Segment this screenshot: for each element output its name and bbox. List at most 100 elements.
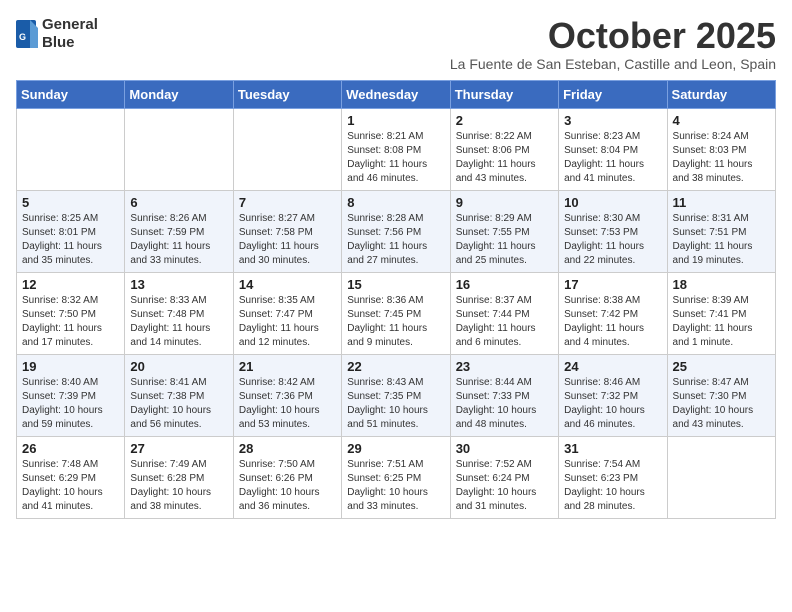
calendar-cell: 6 Sunrise: 8:26 AM Sunset: 7:59 PM Daylig…	[125, 190, 233, 272]
day-info: Sunrise: 8:47 AM Sunset: 7:30 PM Dayligh…	[673, 376, 770, 432]
calendar-cell: 21 Sunrise: 8:42 AM Sunset: 7:36 PM Dayli…	[233, 354, 341, 436]
calendar-week-2: 5 Sunrise: 8:25 AM Sunset: 8:01 PM Daylig…	[17, 190, 776, 272]
calendar-cell: 10Sunrise: 8:30 AM Sunset: 7:53 PM Dayli…	[559, 190, 667, 272]
day-info: Sunrise: 8:41 AM Sunset: 7:38 PM Dayligh…	[130, 376, 227, 432]
day-info: Sunrise: 8:30 AM Sunset: 7:53 PM Dayligh…	[564, 212, 661, 268]
title-block: October 2025 La Fuente de San Esteban, C…	[450, 16, 776, 72]
calendar-cell: 28 Sunrise: 7:50 AM Sunset: 6:26 PM Dayli…	[233, 436, 341, 518]
day-number: 3	[564, 113, 661, 128]
calendar-cell: 24 Sunrise: 8:46 AM Sunset: 7:32 PM Dayli…	[559, 354, 667, 436]
day-header-wednesday: Wednesday	[342, 80, 450, 108]
day-info: Sunrise: 8:35 AM Sunset: 7:47 PM Dayligh…	[239, 294, 336, 350]
day-number: 15	[347, 277, 444, 292]
day-header-saturday: Saturday	[667, 80, 775, 108]
day-number: 1	[347, 113, 444, 128]
day-number: 21	[239, 359, 336, 374]
calendar-week-1: 1 Sunrise: 8:21 AM Sunset: 8:08 PM Daylig…	[17, 108, 776, 190]
day-header-monday: Monday	[125, 80, 233, 108]
day-info: Sunrise: 8:44 AM Sunset: 7:33 PM Dayligh…	[456, 376, 553, 432]
calendar-week-4: 19Sunrise: 8:40 AM Sunset: 7:39 PM Dayli…	[17, 354, 776, 436]
logo-icon: G	[16, 20, 38, 48]
calendar-cell	[125, 108, 233, 190]
day-number: 25	[673, 359, 770, 374]
day-number: 14	[239, 277, 336, 292]
day-info: Sunrise: 8:46 AM Sunset: 7:32 PM Dayligh…	[564, 376, 661, 432]
day-info: Sunrise: 8:31 AM Sunset: 7:51 PM Dayligh…	[673, 212, 770, 268]
day-number: 12	[22, 277, 119, 292]
calendar-cell: 14 Sunrise: 8:35 AM Sunset: 7:47 PM Dayli…	[233, 272, 341, 354]
calendar-cell: 4 Sunrise: 8:24 AM Sunset: 8:03 PM Daylig…	[667, 108, 775, 190]
days-header-row: SundayMondayTuesdayWednesdayThursdayFrid…	[17, 80, 776, 108]
day-info: Sunrise: 8:29 AM Sunset: 7:55 PM Dayligh…	[456, 212, 553, 268]
day-number: 8	[347, 195, 444, 210]
calendar-cell: 19Sunrise: 8:40 AM Sunset: 7:39 PM Dayli…	[17, 354, 125, 436]
day-number: 27	[130, 441, 227, 456]
calendar-table: SundayMondayTuesdayWednesdayThursdayFrid…	[16, 80, 776, 519]
day-info: Sunrise: 8:25 AM Sunset: 8:01 PM Dayligh…	[22, 212, 119, 268]
calendar-cell: 5 Sunrise: 8:25 AM Sunset: 8:01 PM Daylig…	[17, 190, 125, 272]
day-info: Sunrise: 8:36 AM Sunset: 7:45 PM Dayligh…	[347, 294, 444, 350]
day-number: 16	[456, 277, 553, 292]
calendar-cell: 2 Sunrise: 8:22 AM Sunset: 8:06 PM Daylig…	[450, 108, 558, 190]
day-info: Sunrise: 7:54 AM Sunset: 6:23 PM Dayligh…	[564, 458, 661, 514]
day-info: Sunrise: 7:52 AM Sunset: 6:24 PM Dayligh…	[456, 458, 553, 514]
month-title: October 2025	[450, 16, 776, 56]
day-number: 19	[22, 359, 119, 374]
day-number: 20	[130, 359, 227, 374]
day-number: 9	[456, 195, 553, 210]
calendar-cell: 29 Sunrise: 7:51 AM Sunset: 6:25 PM Dayli…	[342, 436, 450, 518]
day-number: 2	[456, 113, 553, 128]
day-number: 31	[564, 441, 661, 456]
logo: G General Blue	[16, 16, 98, 52]
calendar-cell: 22Sunrise: 8:43 AM Sunset: 7:35 PM Dayli…	[342, 354, 450, 436]
day-info: Sunrise: 8:42 AM Sunset: 7:36 PM Dayligh…	[239, 376, 336, 432]
day-number: 28	[239, 441, 336, 456]
day-number: 13	[130, 277, 227, 292]
day-info: Sunrise: 8:28 AM Sunset: 7:56 PM Dayligh…	[347, 212, 444, 268]
day-info: Sunrise: 8:22 AM Sunset: 8:06 PM Dayligh…	[456, 130, 553, 186]
day-number: 22	[347, 359, 444, 374]
day-number: 4	[673, 113, 770, 128]
day-number: 11	[673, 195, 770, 210]
day-number: 5	[22, 195, 119, 210]
day-number: 17	[564, 277, 661, 292]
calendar-cell: 23 Sunrise: 8:44 AM Sunset: 7:33 PM Dayli…	[450, 354, 558, 436]
day-info: Sunrise: 8:33 AM Sunset: 7:48 PM Dayligh…	[130, 294, 227, 350]
day-info: Sunrise: 8:39 AM Sunset: 7:41 PM Dayligh…	[673, 294, 770, 350]
day-number: 6	[130, 195, 227, 210]
calendar-cell: 20 Sunrise: 8:41 AM Sunset: 7:38 PM Dayli…	[125, 354, 233, 436]
calendar-cell: 16 Sunrise: 8:37 AM Sunset: 7:44 PM Dayli…	[450, 272, 558, 354]
day-info: Sunrise: 8:21 AM Sunset: 8:08 PM Dayligh…	[347, 130, 444, 186]
day-info: Sunrise: 8:27 AM Sunset: 7:58 PM Dayligh…	[239, 212, 336, 268]
day-number: 30	[456, 441, 553, 456]
calendar-cell: 17 Sunrise: 8:38 AM Sunset: 7:42 PM Dayli…	[559, 272, 667, 354]
day-number: 24	[564, 359, 661, 374]
day-info: Sunrise: 7:51 AM Sunset: 6:25 PM Dayligh…	[347, 458, 444, 514]
day-header-sunday: Sunday	[17, 80, 125, 108]
day-info: Sunrise: 7:49 AM Sunset: 6:28 PM Dayligh…	[130, 458, 227, 514]
day-number: 26	[22, 441, 119, 456]
day-number: 29	[347, 441, 444, 456]
calendar-cell: 18Sunrise: 8:39 AM Sunset: 7:41 PM Dayli…	[667, 272, 775, 354]
page-header: G General Blue October 2025 La Fuente de…	[16, 16, 776, 72]
calendar-cell: 1 Sunrise: 8:21 AM Sunset: 8:08 PM Daylig…	[342, 108, 450, 190]
calendar-cell: 31 Sunrise: 7:54 AM Sunset: 6:23 PM Dayli…	[559, 436, 667, 518]
calendar-week-3: 12Sunrise: 8:32 AM Sunset: 7:50 PM Dayli…	[17, 272, 776, 354]
day-info: Sunrise: 8:23 AM Sunset: 8:04 PM Dayligh…	[564, 130, 661, 186]
day-info: Sunrise: 7:48 AM Sunset: 6:29 PM Dayligh…	[22, 458, 119, 514]
day-header-friday: Friday	[559, 80, 667, 108]
day-info: Sunrise: 8:37 AM Sunset: 7:44 PM Dayligh…	[456, 294, 553, 350]
calendar-cell: 12Sunrise: 8:32 AM Sunset: 7:50 PM Dayli…	[17, 272, 125, 354]
calendar-cell: 27 Sunrise: 7:49 AM Sunset: 6:28 PM Dayli…	[125, 436, 233, 518]
calendar-cell	[667, 436, 775, 518]
calendar-cell	[17, 108, 125, 190]
day-number: 23	[456, 359, 553, 374]
day-info: Sunrise: 8:38 AM Sunset: 7:42 PM Dayligh…	[564, 294, 661, 350]
day-info: Sunrise: 8:26 AM Sunset: 7:59 PM Dayligh…	[130, 212, 227, 268]
calendar-cell: 9 Sunrise: 8:29 AM Sunset: 7:55 PM Daylig…	[450, 190, 558, 272]
calendar-cell: 25 Sunrise: 8:47 AM Sunset: 7:30 PM Dayli…	[667, 354, 775, 436]
day-info: Sunrise: 8:24 AM Sunset: 8:03 PM Dayligh…	[673, 130, 770, 186]
logo-text: General Blue	[42, 16, 98, 52]
calendar-cell: 8 Sunrise: 8:28 AM Sunset: 7:56 PM Daylig…	[342, 190, 450, 272]
day-info: Sunrise: 7:50 AM Sunset: 6:26 PM Dayligh…	[239, 458, 336, 514]
